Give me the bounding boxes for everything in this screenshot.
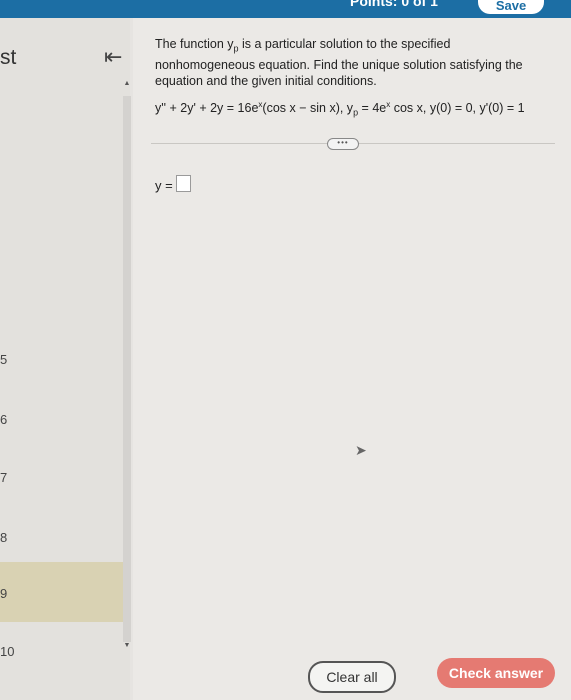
- scroll-down-icon[interactable]: ▼: [123, 642, 131, 649]
- question-panel: The function yp is a particular solution…: [133, 18, 571, 700]
- question-list-title: st: [0, 46, 17, 69]
- collapse-panel-icon[interactable]: ⇤: [104, 44, 122, 70]
- answer-label: y =: [155, 178, 173, 193]
- points-counter: Points: 0 of 1: [350, 0, 438, 9]
- question-list-item[interactable]: 8: [0, 530, 7, 545]
- answer-input[interactable]: [176, 175, 191, 192]
- question-list-item[interactable]: 9: [0, 586, 7, 601]
- question-equation: y'' + 2y' + 2y = 16ex(cos x − sin x), yp…: [155, 100, 525, 118]
- save-button[interactable]: Save: [478, 0, 544, 14]
- question-list-item-active[interactable]: [0, 562, 130, 622]
- question-list-item[interactable]: 6: [0, 412, 7, 427]
- check-answer-button[interactable]: Check answer: [437, 658, 555, 688]
- clear-all-button[interactable]: Clear all: [308, 661, 396, 693]
- question-list-item[interactable]: 5: [0, 352, 7, 367]
- question-prompt: The function yp is a particular solution…: [155, 37, 523, 88]
- mouse-cursor-icon: ➤: [355, 442, 367, 458]
- more-options-button[interactable]: •••: [327, 138, 359, 150]
- scroll-up-icon[interactable]: ▲: [123, 80, 131, 87]
- question-list-item[interactable]: 7: [0, 470, 7, 485]
- question-list-panel: st ⇤ 5 6 7 8 9 10: [0, 18, 130, 700]
- question-list-item[interactable]: 10: [0, 644, 14, 659]
- top-header-bar: Points: 0 of 1 Save: [0, 0, 571, 18]
- scrollbar-track[interactable]: [123, 96, 131, 642]
- scrollbar[interactable]: ▲ ▼: [123, 80, 131, 649]
